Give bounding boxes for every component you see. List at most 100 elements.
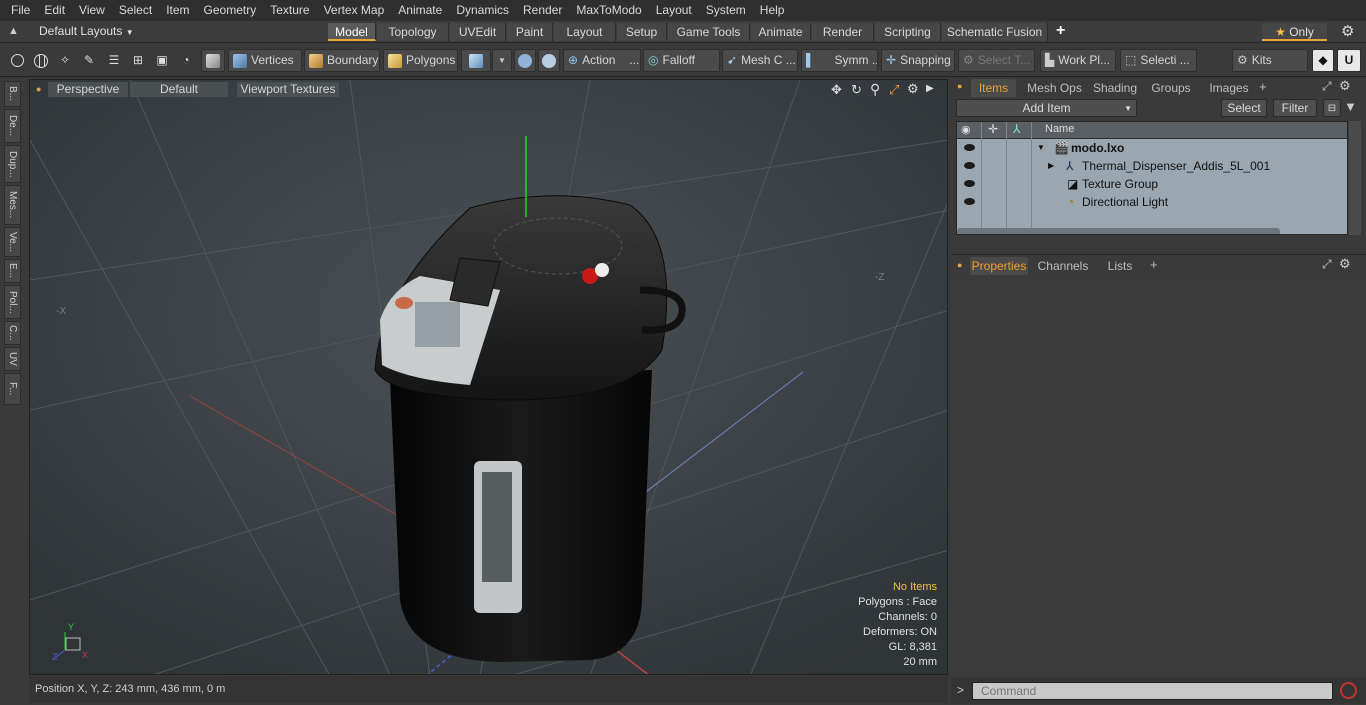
lasso-icon[interactable]: ✧	[54, 49, 76, 72]
center-icon[interactable]: ⊞	[127, 49, 149, 72]
left-tab-fusion[interactable]: F...	[4, 373, 21, 405]
menu-layout[interactable]: Layout	[649, 0, 699, 21]
select-through-button[interactable]: ⚙ Select T...	[958, 49, 1035, 72]
layouts-dropdown[interactable]: Default Layouts ▼	[39, 24, 134, 38]
tab-schematic-fusion[interactable]: Schematic Fusion	[942, 23, 1048, 41]
viewport-settings-icon[interactable]: ⚙	[907, 81, 919, 97]
item-row-scene[interactable]: ▼ 🎬 modo.lxo	[957, 139, 1347, 157]
unity-icon[interactable]: ◆	[1312, 49, 1334, 72]
rotate-icon[interactable]: ◔	[175, 49, 197, 72]
collapse-list-icon[interactable]: ⊟	[1323, 99, 1341, 117]
rotate-view-icon[interactable]: ↻	[851, 82, 862, 98]
left-tab-deform[interactable]: De...	[4, 109, 21, 143]
tab-model[interactable]: Model	[328, 23, 376, 41]
tab-game-tools[interactable]: Game Tools	[668, 23, 750, 41]
vertical-scrollbar[interactable]	[1349, 121, 1361, 235]
pan-icon[interactable]: ✥	[831, 82, 842, 98]
item-row-texture-group[interactable]: ◪ Texture Group	[957, 175, 1347, 193]
menu-dynamics[interactable]: Dynamics	[449, 0, 516, 21]
globe-icon[interactable]	[30, 49, 52, 72]
select-mode-circle-icon[interactable]	[6, 49, 28, 72]
align-icon[interactable]: ☰	[103, 49, 125, 72]
snapping-button[interactable]: ✛ Snapping	[881, 49, 955, 72]
lock-header-icon[interactable]: ✛	[988, 122, 998, 136]
funnel-icon[interactable]: ▼	[1344, 99, 1357, 114]
add-panel-tab-button[interactable]: +	[1259, 79, 1267, 94]
boundary-button[interactable]: Boundary	[304, 49, 380, 72]
tab-paint[interactable]: Paint	[507, 23, 553, 41]
left-tab-duplicate[interactable]: Dup...	[4, 145, 21, 183]
tab-layout[interactable]: Layout	[554, 23, 616, 41]
horizontal-scrollbar[interactable]	[957, 228, 1280, 234]
selection-sets-button[interactable]: ⬚ Selecti ...	[1120, 49, 1197, 72]
viewport-arrow-icon[interactable]: ▶	[926, 83, 934, 94]
chevron-down-icon[interactable]: ▼	[492, 49, 512, 72]
mesh-constraints-button[interactable]: ➹ Mesh C ...	[722, 49, 798, 72]
maximize-properties-icon[interactable]: ⤢	[1322, 257, 1332, 272]
tab-mesh-ops[interactable]: Mesh Ops	[1023, 79, 1086, 97]
3d-viewport[interactable]: -X -Z Y X Z ● Perspective Default Viewpo…	[29, 79, 948, 675]
shaded-cube-icon[interactable]	[201, 49, 225, 72]
left-tab-polygon[interactable]: Pol...	[4, 285, 21, 319]
menu-view[interactable]: View	[72, 0, 112, 21]
work-plane-button[interactable]: ▙ Work Pl...	[1040, 49, 1116, 72]
item-row-mesh[interactable]: ▶ ⅄ Thermal_Dispenser_Addis_5L_001	[957, 157, 1347, 175]
action-center-button[interactable]: ⊕ Action...	[563, 49, 641, 72]
left-tab-mesh-edit[interactable]: Mes...	[4, 185, 21, 225]
properties-gear-icon[interactable]: ⚙	[1339, 256, 1351, 272]
vertices-button[interactable]: Vertices	[228, 49, 302, 72]
name-column-header[interactable]: Name	[1045, 123, 1074, 135]
tab-topology[interactable]: Topology	[377, 23, 449, 41]
tab-channels[interactable]: Channels	[1035, 257, 1091, 275]
visibility-eye-icon[interactable]	[964, 198, 975, 205]
menu-select[interactable]: Select	[112, 0, 159, 21]
properties-menu-dot-icon[interactable]: ●	[957, 260, 962, 270]
tab-scripting[interactable]: Scripting	[875, 23, 941, 41]
item-row-light[interactable]: ◔ Directional Light	[957, 193, 1347, 211]
falloff-button[interactable]: ◎ Falloff	[643, 49, 720, 72]
item-mode-icon[interactable]	[461, 49, 491, 72]
zoom-icon[interactable]: ⚲	[870, 81, 880, 98]
kits-button[interactable]: ⚙ Kits	[1232, 49, 1308, 72]
tab-uvedit[interactable]: UVEdit	[450, 23, 506, 41]
menu-vertex-map[interactable]: Vertex Map	[317, 0, 392, 21]
tab-properties[interactable]: Properties	[970, 257, 1028, 275]
unreal-icon[interactable]: U	[1337, 49, 1361, 72]
add-tab-button[interactable]: +	[1056, 22, 1065, 40]
maximize-icon[interactable]: ⤢	[889, 82, 899, 98]
menu-system[interactable]: System	[699, 0, 753, 21]
menu-file[interactable]: File	[4, 0, 37, 21]
gear-icon[interactable]: ⚙	[1341, 22, 1354, 40]
polygons-button[interactable]: Polygons	[383, 49, 458, 72]
visibility-eye-icon[interactable]	[964, 180, 975, 187]
menu-edit[interactable]: Edit	[37, 0, 72, 21]
maximize-panel-icon[interactable]: ⤢	[1322, 79, 1332, 94]
add-item-dropdown[interactable]: Add Item ▼	[956, 99, 1137, 117]
left-tab-basic[interactable]: B...	[4, 81, 21, 107]
visibility-header-icon[interactable]: ◉	[961, 123, 971, 136]
expand-arrow-icon[interactable]: ▶	[1048, 157, 1054, 175]
tab-render[interactable]: Render	[812, 23, 874, 41]
menu-render[interactable]: Render	[516, 0, 569, 21]
viewport-menu-dot-icon[interactable]: ●	[36, 84, 41, 94]
tab-items[interactable]: Items	[971, 79, 1016, 97]
menu-texture[interactable]: Texture	[263, 0, 316, 21]
frame-icon[interactable]: ▣	[151, 49, 173, 72]
type-header-icon[interactable]: ⅄	[1013, 122, 1020, 136]
symmetry-button[interactable]: ▌ Symm ...	[801, 49, 878, 72]
add-properties-tab-button[interactable]: +	[1150, 257, 1158, 272]
tab-animate[interactable]: Animate	[751, 23, 811, 41]
left-tab-uv[interactable]: UV	[4, 347, 21, 371]
collapse-icon[interactable]: ▲	[8, 25, 19, 37]
filter-button[interactable]: Filter	[1273, 99, 1317, 117]
visibility-eye-icon[interactable]	[964, 162, 975, 169]
menu-maxtomodo[interactable]: MaxToModo	[569, 0, 648, 21]
left-tab-edge[interactable]: E...	[4, 259, 21, 283]
tab-lists[interactable]: Lists	[1096, 257, 1144, 275]
tab-groups[interactable]: Groups	[1147, 79, 1195, 97]
command-input[interactable]	[972, 682, 1333, 700]
menu-animate[interactable]: Animate	[391, 0, 449, 21]
visibility-eye-icon[interactable]	[964, 144, 975, 151]
tab-setup[interactable]: Setup	[617, 23, 667, 41]
left-tab-vertex[interactable]: Ve...	[4, 227, 21, 257]
